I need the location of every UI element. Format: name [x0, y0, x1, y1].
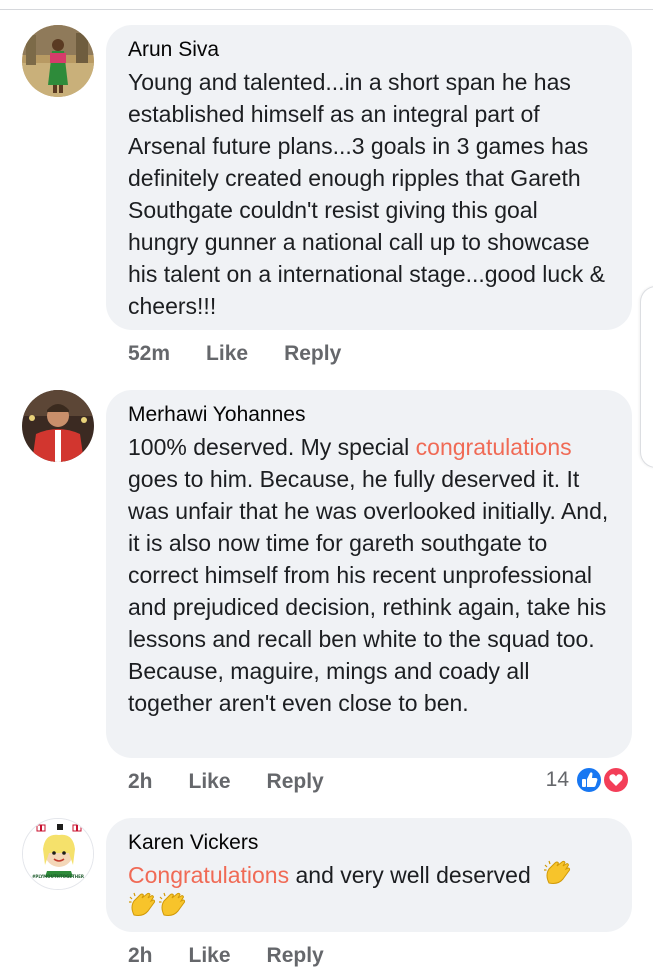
reply-button[interactable]: Reply: [267, 770, 324, 794]
comment-author[interactable]: Arun Siva: [128, 36, 610, 64]
reaction-icons: [575, 766, 630, 794]
love-reaction-icon: [602, 766, 630, 794]
comment-timestamp[interactable]: 52m: [128, 342, 170, 366]
reaction-count: 14: [545, 768, 569, 791]
comment-author[interactable]: Merhawi Yohannes: [128, 401, 610, 429]
highlighted-keyword[interactable]: congratulations: [416, 434, 572, 460]
comment-text: Young and talented...in a short span he …: [128, 69, 605, 319]
like-button[interactable]: Like: [206, 342, 248, 366]
comment-bubble: Arun Siva Young and talented...in a shor…: [106, 25, 632, 330]
avatar[interactable]: [22, 390, 94, 462]
comment-text-part: 100% deserved. My special: [128, 434, 416, 460]
comment-author[interactable]: Karen Vickers: [128, 829, 610, 857]
comment-actions: 2h Like Reply: [128, 768, 324, 796]
avatar-photo-icon: [23, 819, 93, 889]
scroll-edge-tab[interactable]: [640, 286, 653, 468]
top-divider: [0, 9, 653, 10]
comment-bubble: Merhawi Yohannes 100% deserved. My speci…: [106, 390, 632, 758]
avatar[interactable]: [22, 25, 94, 97]
comment-timestamp[interactable]: 2h: [128, 944, 153, 968]
comment-text-part: and very well deserved: [289, 862, 531, 888]
comment-actions: 2h Like Reply: [128, 942, 324, 970]
comment-timestamp[interactable]: 2h: [128, 770, 153, 794]
avatar[interactable]: #PLYMOUTHTOGETHER: [22, 818, 94, 890]
avatar-photo-icon: [22, 25, 94, 97]
reaction-summary[interactable]: 14: [546, 765, 631, 795]
comment-actions: 52m Like Reply: [128, 340, 341, 368]
avatar-caption: #PLYMOUTHTOGETHER: [32, 874, 84, 879]
reply-button[interactable]: Reply: [267, 944, 324, 968]
avatar-photo-icon: [22, 390, 94, 462]
comment-text: 100% deserved. My special congratulation…: [128, 431, 610, 719]
comment-text-part: goes to him. Because, he fully deserved …: [128, 466, 609, 716]
clapping-hands-icon: [544, 860, 571, 884]
like-button[interactable]: Like: [189, 770, 231, 794]
highlighted-keyword[interactable]: Congratulations: [128, 862, 289, 888]
comment-bubble: Karen Vickers Congratulations and very w…: [106, 818, 632, 932]
like-reaction-icon: [575, 766, 603, 794]
clapping-hands-icon: [159, 892, 186, 916]
reply-button[interactable]: Reply: [284, 342, 341, 366]
comment-text: Congratulations and very well deserved: [128, 859, 610, 923]
clapping-hands-icon: [129, 892, 156, 916]
like-button[interactable]: Like: [189, 944, 231, 968]
